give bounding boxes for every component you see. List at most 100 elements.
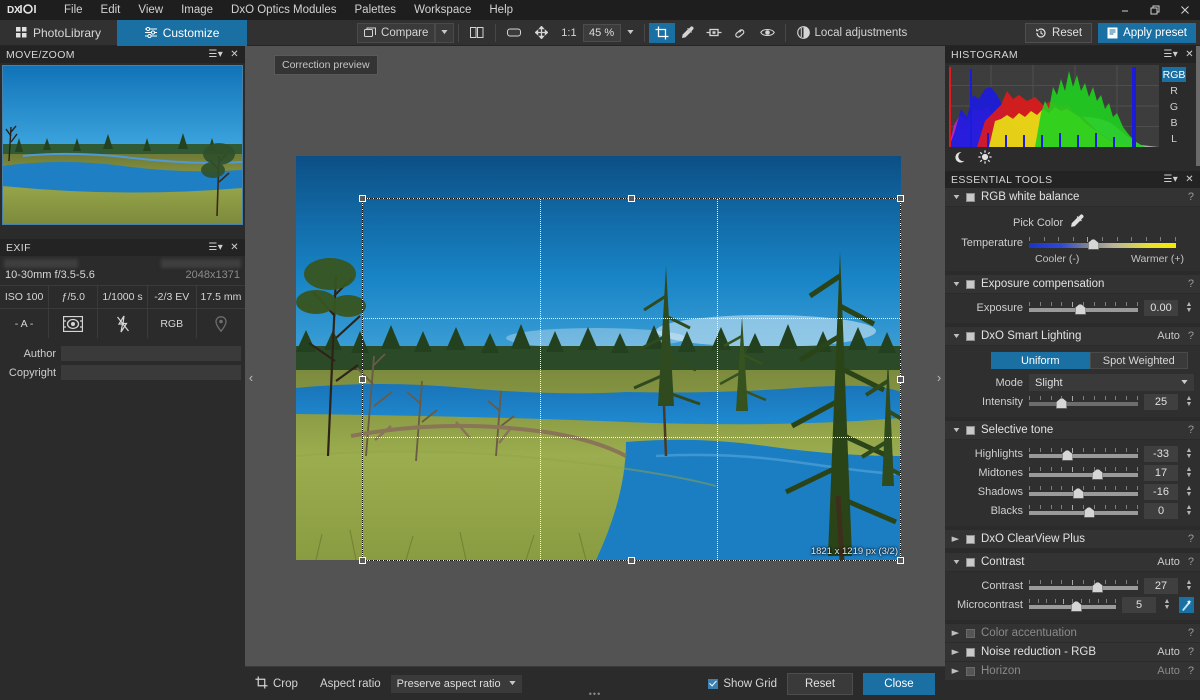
tool-header-exposure-compensation[interactable]: ▼ Exposure compensation ? bbox=[945, 275, 1200, 294]
menu-item-file[interactable]: File bbox=[55, 0, 92, 20]
exif-geolocation[interactable] bbox=[196, 308, 246, 338]
help-icon[interactable]: ? bbox=[1188, 330, 1194, 342]
menu-item-workspace[interactable]: Workspace bbox=[405, 0, 480, 20]
minimize-button[interactable] bbox=[1110, 0, 1140, 20]
close-button[interactable] bbox=[1170, 0, 1200, 20]
tool-header-contrast[interactable]: ▼ Contrast Auto ? bbox=[945, 553, 1200, 572]
microcontrast-stepper[interactable]: ▲ ▼ bbox=[1162, 598, 1172, 611]
blacks-value[interactable]: 0 bbox=[1144, 502, 1178, 519]
slider-temperature[interactable]: Temperature bbox=[951, 233, 1194, 252]
segment-spot-weighted[interactable]: Spot Weighted bbox=[1089, 352, 1188, 369]
tool-enable-checkbox[interactable] bbox=[966, 534, 975, 544]
zoom-level-value[interactable]: 45 % bbox=[582, 23, 621, 42]
split-view-button[interactable] bbox=[463, 23, 491, 43]
crop-tool-button[interactable] bbox=[648, 22, 675, 43]
tool-header-dxo-smart-lighting[interactable]: ▼ DxO Smart Lighting Auto ? bbox=[945, 327, 1200, 346]
chevron-down-icon[interactable]: ▼ bbox=[952, 333, 962, 340]
tool-header-horizon[interactable]: ▶ Horizon Auto ? bbox=[945, 662, 1200, 681]
slider-microcontrast[interactable]: Microcontrast 5 ▲ ▼ bbox=[951, 595, 1194, 614]
slider-midtones[interactable]: Midtones 17 ▲ ▼ bbox=[951, 463, 1194, 482]
exposure-slider-track[interactable] bbox=[1029, 301, 1138, 315]
midtones-value[interactable]: 17 bbox=[1144, 464, 1178, 481]
chevron-right-icon[interactable]: ▶ bbox=[952, 648, 962, 656]
close-icon[interactable]: ✕ bbox=[1185, 49, 1194, 60]
mode-select[interactable]: Slight ▼ bbox=[1029, 374, 1194, 391]
compare-dropdown[interactable]: ▼ bbox=[435, 22, 455, 43]
zoom-1-1-button[interactable]: 1:1 bbox=[555, 27, 582, 39]
move-zoom-preview[interactable] bbox=[2, 65, 243, 225]
sun-icon[interactable] bbox=[978, 150, 992, 167]
exposure-stepper[interactable]: ▲ ▼ bbox=[1184, 301, 1194, 314]
horizon-tool-button[interactable] bbox=[700, 23, 728, 43]
collapse-left-icon[interactable]: ‹ bbox=[245, 364, 257, 390]
tool-enable-checkbox[interactable] bbox=[966, 192, 975, 202]
blacks-slider-track[interactable] bbox=[1029, 504, 1138, 518]
exif-author-field[interactable]: Author bbox=[0, 344, 245, 363]
help-icon[interactable]: ? bbox=[1188, 627, 1194, 639]
slider-contrast[interactable]: Contrast 27 ▲ ▼ bbox=[951, 576, 1194, 595]
menu-item-image[interactable]: Image bbox=[172, 0, 222, 20]
midtones-slider-track[interactable] bbox=[1029, 466, 1138, 480]
help-icon[interactable]: ? bbox=[1188, 556, 1194, 568]
tool-enable-checkbox[interactable] bbox=[966, 628, 975, 638]
tool-header-selective-tone[interactable]: ▼ Selective tone ? bbox=[945, 421, 1200, 440]
right-panel-scrollbar[interactable] bbox=[1196, 46, 1200, 166]
histogram-channel-g[interactable]: G bbox=[1162, 99, 1186, 114]
panel-menu-icon[interactable]: ☰▾ bbox=[1163, 174, 1178, 185]
auto-button[interactable]: Auto bbox=[1157, 665, 1180, 677]
compare-button[interactable]: Compare bbox=[357, 22, 436, 43]
intensity-slider-track[interactable] bbox=[1029, 395, 1138, 409]
menu-item-dxo-optics-modules[interactable]: DxO Optics Modules bbox=[222, 0, 345, 20]
shadows-stepper[interactable]: ▲ ▼ bbox=[1184, 485, 1194, 498]
microcontrast-value[interactable]: 5 bbox=[1122, 596, 1156, 613]
crop-close-button[interactable]: Close bbox=[863, 672, 935, 695]
histogram-channel-r[interactable]: R bbox=[1162, 83, 1186, 98]
fit-to-screen-button[interactable] bbox=[500, 23, 528, 43]
help-icon[interactable]: ? bbox=[1188, 646, 1194, 658]
contrast-stepper[interactable]: ▲ ▼ bbox=[1184, 579, 1194, 592]
auto-button[interactable]: Auto bbox=[1157, 646, 1180, 658]
tool-header-rgb-white-balance[interactable]: ▼ RGB white balance ? bbox=[945, 188, 1200, 207]
chevron-right-icon[interactable]: ▶ bbox=[952, 629, 962, 637]
eyedropper-icon[interactable] bbox=[1070, 214, 1084, 231]
shadows-slider-track[interactable] bbox=[1029, 485, 1138, 499]
pan-hand-button[interactable] bbox=[528, 23, 555, 43]
slider-intensity[interactable]: Intensity 25 ▲ ▼ bbox=[951, 392, 1194, 411]
tool-header-color-accentuation[interactable]: ▶ Color accentuation ? bbox=[945, 624, 1200, 643]
local-adjustments-button[interactable]: Local adjustments bbox=[790, 23, 915, 43]
image-canvas[interactable]: Correction preview 1821 x 1219 px (3/2) … bbox=[245, 46, 945, 700]
eyedropper-tool-button[interactable] bbox=[675, 23, 700, 43]
panel-menu-icon[interactable]: ☰▾ bbox=[1163, 49, 1178, 60]
close-icon[interactable]: ✕ bbox=[230, 242, 239, 253]
help-icon[interactable]: ? bbox=[1188, 424, 1194, 436]
pick-color-row[interactable]: Pick Color bbox=[951, 211, 1194, 233]
help-icon[interactable]: ? bbox=[1188, 278, 1194, 290]
reset-button[interactable]: Reset bbox=[1025, 22, 1093, 43]
slider-exposure[interactable]: Exposure 0.00 ▲ ▼ bbox=[951, 298, 1194, 317]
help-icon[interactable]: ? bbox=[1188, 665, 1194, 677]
contrast-slider-track[interactable] bbox=[1029, 579, 1138, 593]
tool-header-dxo-clearview-plus[interactable]: ▶ DxO ClearView Plus ? bbox=[945, 530, 1200, 549]
histogram-plot[interactable] bbox=[949, 65, 1159, 147]
chevron-right-icon[interactable]: ▶ bbox=[952, 667, 962, 675]
temperature-slider-track[interactable] bbox=[1029, 236, 1176, 250]
highlights-value[interactable]: -33 bbox=[1144, 445, 1178, 462]
histogram-channel-l[interactable]: L bbox=[1162, 131, 1186, 146]
aspect-ratio-select[interactable]: Preserve aspect ratio ▼ bbox=[390, 674, 522, 693]
histogram-channel-rgb[interactable]: RGB bbox=[1162, 67, 1186, 82]
tool-enable-checkbox[interactable] bbox=[966, 647, 975, 657]
highlights-stepper[interactable]: ▲ ▼ bbox=[1184, 447, 1194, 460]
blacks-stepper[interactable]: ▲ ▼ bbox=[1184, 504, 1194, 517]
help-icon[interactable]: ? bbox=[1188, 191, 1194, 203]
tool-header-noise-reduction-rgb[interactable]: ▶ Noise reduction - RGB Auto ? bbox=[945, 643, 1200, 662]
segment-uniform[interactable]: Uniform bbox=[991, 352, 1090, 369]
zoom-dropdown[interactable]: ▼ bbox=[621, 23, 640, 43]
restore-button[interactable] bbox=[1140, 0, 1170, 20]
microcontrast-slider-track[interactable] bbox=[1029, 598, 1116, 612]
tab-photolibrary[interactable]: PhotoLibrary bbox=[0, 20, 117, 46]
tool-enable-checkbox[interactable] bbox=[966, 557, 975, 567]
exif-copyright-input[interactable] bbox=[61, 365, 241, 380]
close-icon[interactable]: ✕ bbox=[1185, 174, 1194, 185]
panel-menu-icon[interactable]: ☰▾ bbox=[208, 242, 223, 253]
slider-shadows[interactable]: Shadows -16 ▲ ▼ bbox=[951, 482, 1194, 501]
